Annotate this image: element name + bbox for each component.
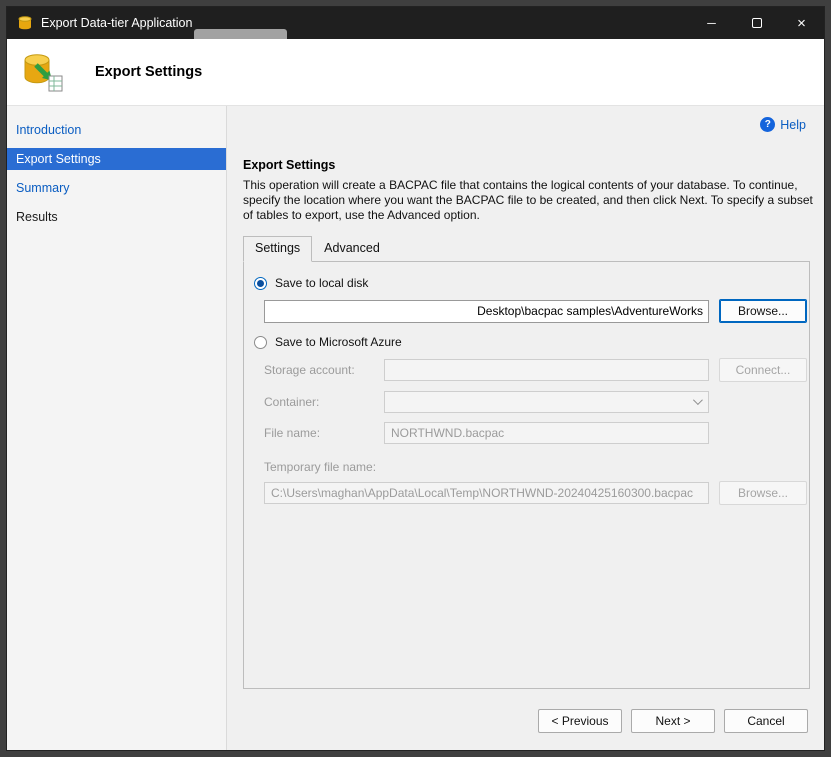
save-local-radio[interactable] bbox=[254, 277, 267, 290]
app-database-icon bbox=[17, 15, 33, 31]
tab-advanced[interactable]: Advanced bbox=[312, 236, 392, 261]
file-name-input: NORTHWND.bacpac bbox=[384, 422, 709, 444]
wizard-header: Export Settings bbox=[7, 39, 824, 106]
help-icon: ? bbox=[760, 117, 775, 132]
next-button[interactable]: Next > bbox=[631, 709, 715, 733]
help-link[interactable]: ? Help bbox=[760, 117, 806, 132]
minimize-button[interactable]: ─ bbox=[689, 7, 734, 39]
save-azure-radio-row: Save to Microsoft Azure bbox=[254, 335, 809, 349]
sidebar-item-results: Results bbox=[7, 206, 226, 228]
wizard-sidebar: Introduction Export Settings Summary Res… bbox=[7, 106, 227, 750]
section-heading: Export Settings bbox=[243, 158, 810, 172]
tab-strip: Settings Advanced bbox=[243, 236, 810, 261]
previous-button[interactable]: < Previous bbox=[538, 709, 622, 733]
maximize-icon bbox=[752, 18, 762, 28]
local-path-input[interactable] bbox=[264, 300, 709, 323]
main-area: Export Settings This operation will crea… bbox=[227, 106, 824, 692]
wizard-footer: < Previous Next > Cancel bbox=[227, 692, 824, 750]
sidebar-item-introduction[interactable]: Introduction bbox=[7, 119, 226, 141]
temp-file-input: C:\Users\maghan\AppData\Local\Temp\NORTH… bbox=[264, 482, 709, 504]
storage-account-input bbox=[384, 359, 709, 381]
container-label: Container: bbox=[264, 395, 384, 409]
save-local-radio-label: Save to local disk bbox=[275, 276, 368, 290]
settings-panel: Save to local disk Browse... Save to Mic… bbox=[243, 261, 810, 689]
container-dropdown bbox=[384, 391, 709, 413]
file-name-label: File name: bbox=[264, 426, 384, 440]
export-database-icon bbox=[21, 51, 65, 93]
help-label: Help bbox=[780, 118, 806, 132]
temp-file-label: Temporary file name: bbox=[264, 460, 809, 474]
save-azure-radio-label: Save to Microsoft Azure bbox=[275, 335, 402, 349]
title-bar: Export Data-tier Application ─ × bbox=[7, 7, 824, 39]
export-dialog: Export Data-tier Application ─ × Export … bbox=[6, 6, 825, 751]
temp-browse-button: Browse... bbox=[719, 481, 807, 505]
tab-settings[interactable]: Settings bbox=[243, 236, 312, 262]
titlebar-artifact bbox=[194, 29, 287, 39]
maximize-button[interactable] bbox=[734, 7, 779, 39]
section-description: This operation will create a BACPAC file… bbox=[243, 178, 817, 223]
save-azure-radio[interactable] bbox=[254, 336, 267, 349]
wizard-content: ? Help Export Settings This operation wi… bbox=[227, 106, 824, 750]
chevron-down-icon bbox=[693, 395, 703, 405]
file-name-row: File name: NORTHWND.bacpac bbox=[264, 422, 809, 444]
page-title: Export Settings bbox=[95, 64, 202, 80]
window-controls: ─ × bbox=[689, 7, 824, 39]
sidebar-item-summary[interactable]: Summary bbox=[7, 177, 226, 199]
container-row: Container: bbox=[264, 391, 809, 413]
local-browse-button[interactable]: Browse... bbox=[719, 299, 807, 323]
local-path-row: Browse... bbox=[264, 299, 809, 323]
connect-button: Connect... bbox=[719, 358, 807, 382]
sidebar-item-export-settings[interactable]: Export Settings bbox=[7, 148, 226, 170]
save-local-radio-row: Save to local disk bbox=[254, 276, 809, 290]
temp-file-row: C:\Users\maghan\AppData\Local\Temp\NORTH… bbox=[264, 481, 809, 505]
close-icon: × bbox=[797, 15, 806, 32]
minimize-icon: ─ bbox=[707, 16, 716, 30]
window-title: Export Data-tier Application bbox=[41, 16, 192, 30]
storage-account-row: Storage account: Connect... bbox=[264, 358, 809, 382]
close-button[interactable]: × bbox=[779, 7, 824, 39]
storage-account-label: Storage account: bbox=[264, 363, 384, 377]
cancel-button[interactable]: Cancel bbox=[724, 709, 808, 733]
